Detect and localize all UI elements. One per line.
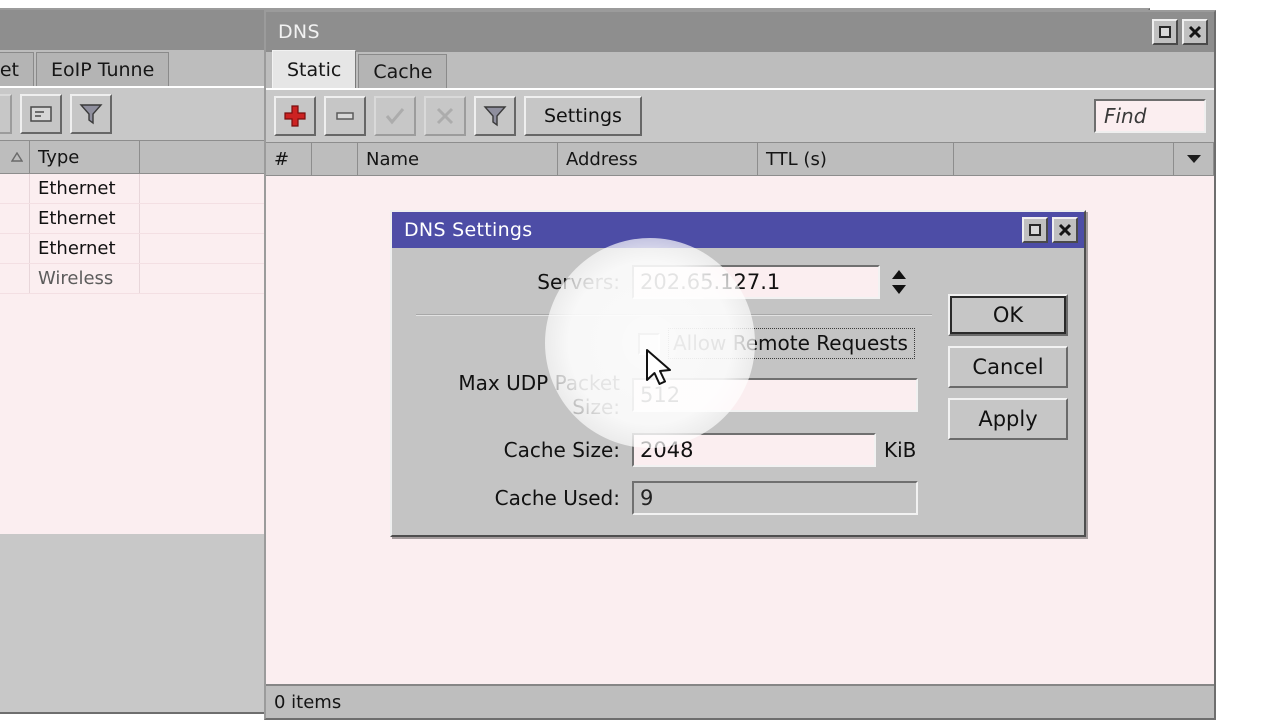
tab-eoip-tunnel[interactable]: EoIP Tunne xyxy=(36,52,170,86)
dns-settings-dialog: DNS Settings Servers: 202.65.127.1 Allow… xyxy=(390,210,1086,537)
plus-icon xyxy=(284,105,306,127)
dns-settings-body: Servers: 202.65.127.1 Allow Remote Reque… xyxy=(392,248,1084,535)
column-header-address-label: Address xyxy=(566,148,638,170)
enable-button[interactable] xyxy=(374,96,416,136)
maximize-button[interactable] xyxy=(1152,19,1178,45)
dns-window-controls xyxy=(1152,19,1208,45)
dns-toolbar: Settings Find xyxy=(266,90,1214,142)
cancel-button-label: Cancel xyxy=(972,355,1044,379)
servers-input[interactable]: 202.65.127.1 xyxy=(632,265,880,299)
cell-type: Ethernet xyxy=(30,234,140,263)
dns-settings-titlebar[interactable]: DNS Settings xyxy=(392,212,1084,248)
column-header-flags[interactable] xyxy=(312,143,358,175)
comment-icon xyxy=(30,106,52,122)
close-button[interactable] xyxy=(1052,217,1078,243)
dns-statusbar: 0 items xyxy=(266,684,1214,718)
dns-settings-title: DNS Settings xyxy=(404,219,533,241)
allow-remote-requests-checkbox[interactable] xyxy=(638,332,660,355)
cache-used-row: Cache Used: 9 xyxy=(410,481,1066,515)
cross-icon xyxy=(0,103,2,125)
tab-ethernet[interactable]: Ethernet xyxy=(0,52,34,86)
tab-cache[interactable]: Cache xyxy=(358,54,448,88)
allow-remote-requests-label[interactable]: Allow Remote Requests xyxy=(668,328,915,359)
column-header-index[interactable]: # xyxy=(266,143,312,175)
settings-button[interactable]: Settings xyxy=(524,96,642,136)
close-icon xyxy=(1188,25,1202,39)
filter-button[interactable] xyxy=(70,94,112,134)
disable-button[interactable] xyxy=(0,94,12,134)
chevron-down-icon xyxy=(1186,155,1201,163)
item-count-label: 0 items xyxy=(274,691,342,713)
dns-settings-window-controls xyxy=(1022,217,1078,243)
column-header-ttl-label: TTL (s) xyxy=(766,148,827,170)
find-input[interactable]: Find xyxy=(1094,99,1206,133)
tab-static-label: Static xyxy=(287,58,342,81)
funnel-icon xyxy=(79,104,103,125)
cross-icon xyxy=(436,107,454,125)
close-icon xyxy=(1058,223,1072,237)
column-header-type-label: Type xyxy=(38,146,80,168)
column-header-type[interactable]: Type xyxy=(30,141,140,173)
remove-button[interactable] xyxy=(324,96,366,136)
tab-ethernet-label: Ethernet xyxy=(0,58,19,81)
funnel-icon xyxy=(483,106,507,127)
servers-label: Servers: xyxy=(537,270,620,294)
column-header-name[interactable]: me xyxy=(0,141,30,173)
column-header-name[interactable]: Name xyxy=(358,143,558,175)
cache-used-value: 9 xyxy=(632,481,918,515)
minus-icon xyxy=(336,112,354,120)
close-button[interactable] xyxy=(1182,19,1208,45)
maximize-icon xyxy=(1029,224,1041,236)
maximize-icon xyxy=(1159,26,1171,38)
dns-settings-buttons: OK Cancel Apply xyxy=(948,294,1068,440)
check-icon xyxy=(385,108,405,125)
disable-button[interactable] xyxy=(424,96,466,136)
column-header-ttl[interactable]: TTL (s) xyxy=(758,143,954,175)
max-udp-packet-size-input[interactable]: 512 xyxy=(632,378,918,412)
tab-eoip-tunnel-label: EoIP Tunne xyxy=(51,58,155,81)
max-udp-packet-size-label: Max UDP Packet Size: xyxy=(458,371,620,419)
column-chooser-button[interactable] xyxy=(1174,143,1214,175)
settings-button-label: Settings xyxy=(544,105,622,127)
servers-stepper[interactable] xyxy=(886,264,912,300)
cell-name: wlan1 xyxy=(0,264,30,293)
dns-table-header: # Name Address TTL (s) xyxy=(266,142,1214,176)
filter-button[interactable] xyxy=(474,96,516,136)
apply-button[interactable]: Apply xyxy=(948,398,1068,440)
comment-button[interactable] xyxy=(20,94,62,134)
cache-used-label: Cache Used: xyxy=(494,486,620,510)
find-placeholder: Find xyxy=(1104,104,1147,128)
dns-tabstrip: Static Cache xyxy=(266,50,1214,90)
column-header-blank xyxy=(954,143,1174,175)
tab-cache-label: Cache xyxy=(373,60,433,83)
column-header-address[interactable]: Address xyxy=(558,143,758,175)
ok-button[interactable]: OK xyxy=(948,294,1068,336)
cache-size-label: Cache Size: xyxy=(503,438,620,462)
cell-type: Wireless xyxy=(30,264,140,293)
column-header-index-label: # xyxy=(274,148,290,170)
sort-ascending-icon xyxy=(11,152,23,162)
add-button[interactable] xyxy=(274,96,316,136)
cell-name: ether1 xyxy=(0,174,30,203)
column-header-name-label: Name xyxy=(366,148,420,170)
cell-type: Ethernet xyxy=(30,174,140,203)
cell-name: ether3 xyxy=(0,234,30,263)
apply-button-label: Apply xyxy=(978,407,1038,431)
ok-button-label: OK xyxy=(992,303,1024,327)
cancel-button[interactable]: Cancel xyxy=(948,346,1068,388)
settings-separator xyxy=(416,314,932,316)
cell-type: Ethernet xyxy=(30,204,140,233)
cell-name: ether2 xyxy=(0,204,30,233)
screen: e List ce Ethernet EoIP Tunne xyxy=(0,0,1280,720)
dns-titlebar[interactable]: DNS xyxy=(266,12,1214,52)
cache-size-input[interactable]: 2048 xyxy=(632,433,876,467)
up-down-arrows-icon xyxy=(892,270,906,294)
tab-static[interactable]: Static xyxy=(272,50,357,88)
maximize-button[interactable] xyxy=(1022,217,1048,243)
cache-size-unit-label: KiB xyxy=(884,438,917,462)
dns-window-title: DNS xyxy=(278,21,320,43)
